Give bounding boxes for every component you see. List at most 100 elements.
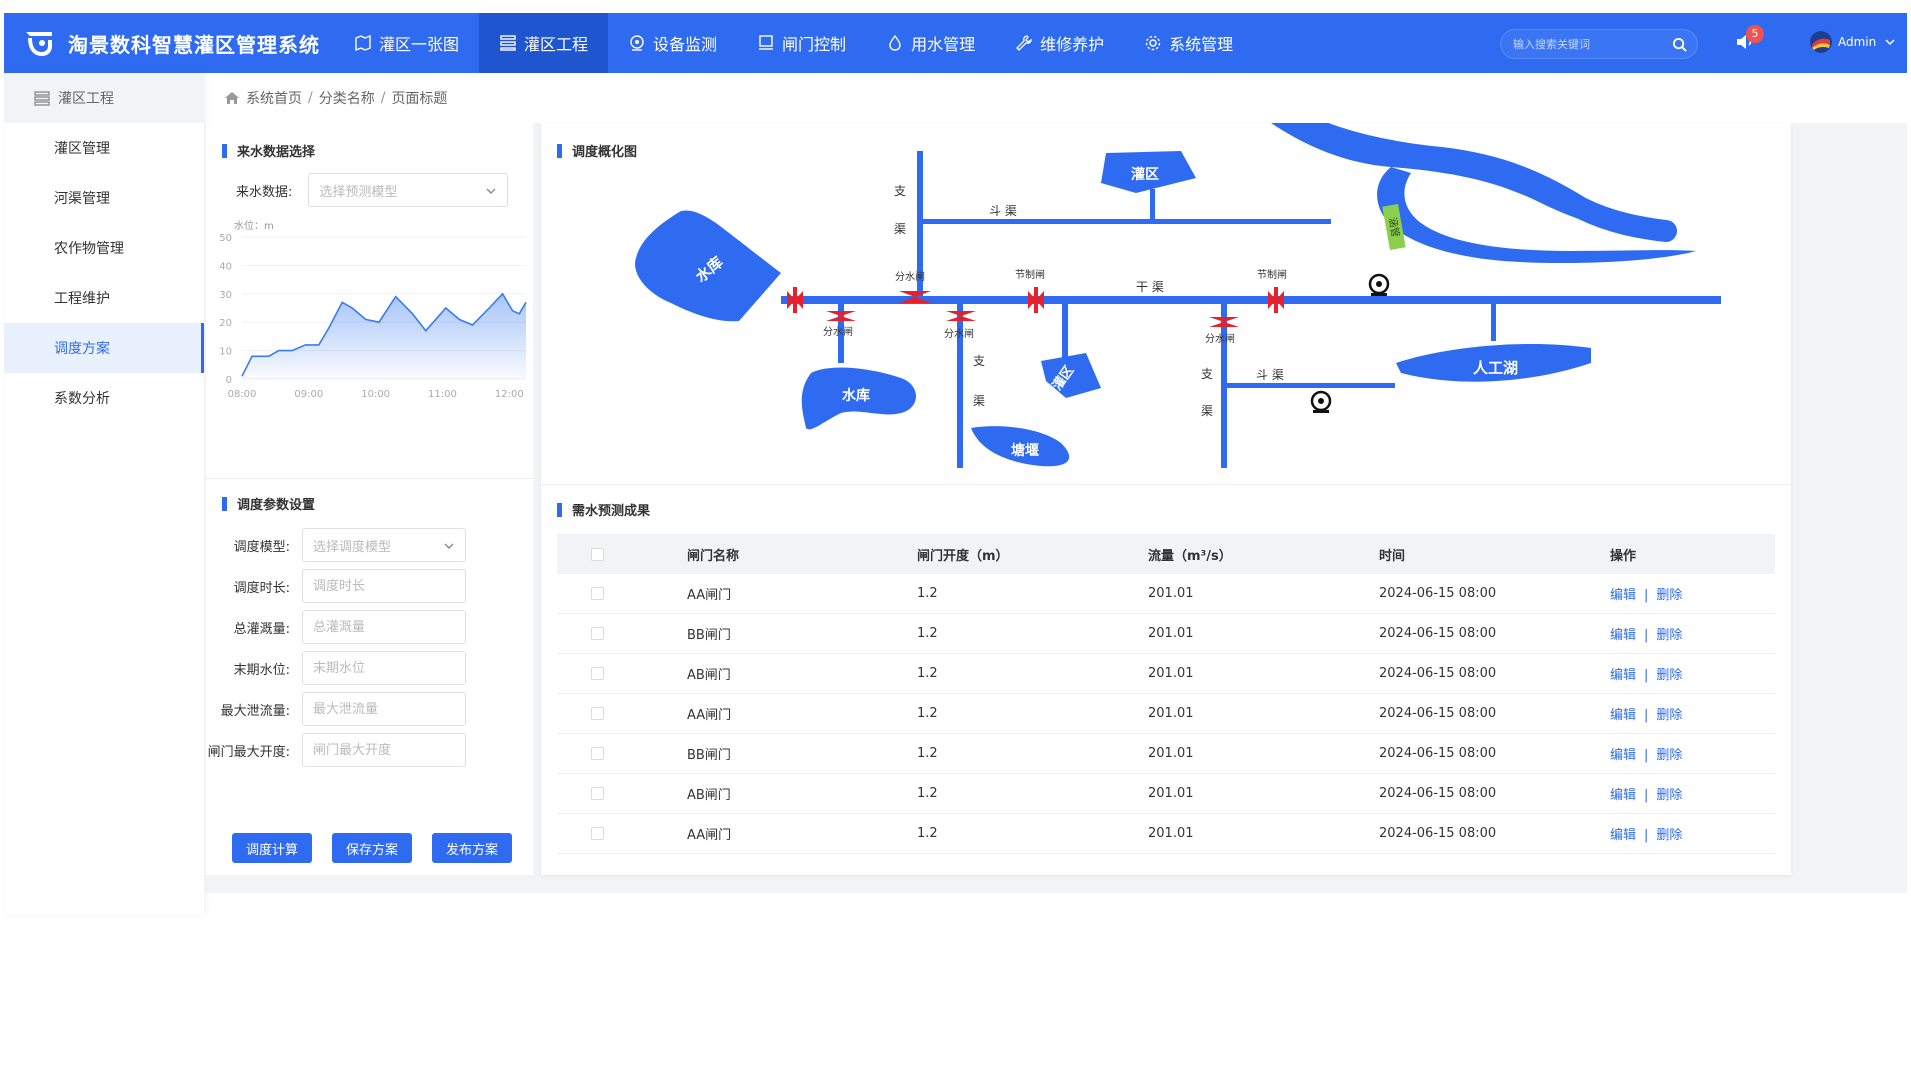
sidebar-item-1[interactable]: 河渠管理 (4, 173, 204, 223)
edit-link[interactable]: 编辑 (1610, 708, 1636, 723)
main-nav: 灌区一张图 灌区工程 设备监测 闸门控制 用水管理 维修养护 系统管理 (334, 13, 1253, 73)
table-row: BB闸门 1.2 201.01 2024-06-15 08:00 编辑 | 删除 (557, 614, 1775, 654)
column-header: 操作 (1610, 548, 1637, 564)
edit-link[interactable]: 编辑 (1610, 628, 1636, 643)
nav-item-5[interactable]: 维修养护 (995, 13, 1124, 73)
map-icon (354, 34, 379, 52)
action-separator: | (1644, 828, 1649, 843)
nav-item-1[interactable]: 灌区工程 (479, 13, 609, 73)
row-checkbox[interactable] (591, 587, 604, 600)
diversion-gate-label: 分水闸 (823, 325, 853, 338)
right-panel: 调度概化图 生态河道工程 涵管 水库 干 渠 支 渠 斗 渠 灌区 水库 支 渠… (541, 123, 1791, 875)
schedule-field-input[interactable] (302, 733, 466, 767)
breadcrumb-item-home[interactable]: 系统首页 (246, 88, 302, 108)
breadcrumb-item-category[interactable]: 分类名称 (319, 88, 375, 108)
branch-canal-1-char-a: 支 (894, 184, 906, 198)
delete-link[interactable]: 删除 (1656, 588, 1682, 603)
forecast-title-text: 需水预测成果 (572, 504, 651, 519)
sidebar-item-4[interactable]: 调度方案 (4, 323, 204, 373)
lateral-canal-right (1227, 383, 1395, 388)
edit-link[interactable]: 编辑 (1610, 668, 1636, 683)
sidebar: 灌区工程 灌区管理 河渠管理 农作物管理 工程维护 调度方案 系数分析 (4, 73, 204, 915)
sidebar-item-2[interactable]: 农作物管理 (4, 223, 204, 273)
chart-xtick-label: 08:00 (228, 389, 257, 400)
row-select-cell (557, 587, 687, 600)
publish-plan-button[interactable]: 发布方案 (432, 833, 512, 863)
actions-cell: 编辑 | 删除 (1610, 824, 1775, 843)
schedule-title: 调度参数设置 (222, 494, 315, 513)
edit-link[interactable]: 编辑 (1610, 588, 1636, 603)
app-logo[interactable]: 淘景数科智慧灌区管理系统 (4, 13, 334, 73)
search-icon[interactable] (1672, 37, 1687, 52)
row-checkbox[interactable] (591, 747, 604, 760)
row-checkbox[interactable] (591, 667, 604, 680)
sidebar-header: 灌区工程 (4, 73, 204, 123)
breadcrumb-item-page: 页面标题 (391, 91, 448, 107)
user-menu[interactable]: Admin (1810, 31, 1896, 53)
row-checkbox[interactable] (591, 827, 604, 840)
dispatch-diagram-section: 调度概化图 生态河道工程 涵管 水库 干 渠 支 渠 斗 渠 灌区 水库 支 渠… (541, 123, 1791, 485)
home-icon[interactable] (224, 90, 240, 106)
title-bar (222, 496, 227, 511)
schedule-field-input[interactable] (302, 610, 466, 644)
gate-labels: 分水闸 分水闸 分水闸 分水闸 节制闸 节制闸 (823, 268, 1287, 345)
schedule-field-input[interactable] (302, 692, 466, 726)
calculate-button[interactable]: 调度计算 (232, 833, 312, 863)
nav-item-6[interactable]: 系统管理 (1124, 13, 1253, 73)
row-checkbox[interactable] (591, 627, 604, 640)
flow-cell: 201.01 (1148, 826, 1194, 841)
water-level-chart: 水位：m 0 10 20 30 40 50 08:00 09:00 10:00 11:00 12:0… (219, 219, 527, 400)
gate-name-cell: AB闸门 (687, 668, 731, 683)
edit-link[interactable]: 编辑 (1610, 748, 1636, 763)
edit-link[interactable]: 编辑 (1610, 788, 1636, 803)
nav-item-0[interactable]: 灌区一张图 (334, 13, 479, 73)
schedule-model-select[interactable]: 选择调度模型 (302, 528, 466, 562)
sidebar-item-5[interactable]: 系数分析 (4, 373, 204, 423)
camera-icon[interactable] (1368, 273, 1390, 296)
delete-link[interactable]: 删除 (1656, 668, 1682, 683)
nav-item-4[interactable]: 用水管理 (866, 13, 995, 73)
camera-icon[interactable] (1310, 390, 1332, 413)
breadcrumb-separator: / (380, 90, 386, 106)
inflow-section: 来水数据选择 来水数据: 选择预测模型 水位：m 0 10 20 30 40 50 08:0… (206, 123, 533, 479)
row-select-cell (557, 627, 687, 640)
chevron-down-icon (1885, 39, 1895, 46)
chart-xtick-label: 12:00 (495, 389, 524, 400)
row-checkbox[interactable] (591, 707, 604, 720)
inflow-select[interactable]: 选择预测模型 (308, 173, 509, 207)
delete-link[interactable]: 删除 (1656, 708, 1682, 723)
chart-xtick-label: 11:00 (428, 389, 457, 400)
flow-cell: 201.01 (1148, 626, 1194, 641)
nav-item-3[interactable]: 闸门控制 (737, 13, 866, 73)
row-checkbox[interactable] (591, 787, 604, 800)
delete-link[interactable]: 删除 (1656, 748, 1682, 763)
save-plan-button[interactable]: 保存方案 (332, 833, 412, 863)
chart-xtick-label: 10:00 (361, 389, 390, 400)
forecast-section: 需水预测成果 闸门名称 闸门开度（m） 流量（m³/s） 时间 操作 AA闸门 1… (541, 486, 1791, 875)
delete-link[interactable]: 删除 (1656, 628, 1682, 643)
table-body: AA闸门 1.2 201.01 2024-06-15 08:00 编辑 | 删除 BB闸门 1.… (557, 574, 1775, 854)
monitor-icon (757, 34, 782, 52)
edit-link[interactable]: 编辑 (1610, 828, 1636, 843)
schedule-field-input[interactable] (302, 651, 466, 685)
schedule-field-input[interactable] (302, 569, 466, 603)
delete-link[interactable]: 删除 (1656, 788, 1682, 803)
search-input[interactable] (1501, 37, 1661, 51)
lateral-canal-top-label: 斗 渠 (989, 204, 1017, 218)
title-bar (557, 143, 562, 158)
page: 淘景数科智慧灌区管理系统 灌区一张图 灌区工程 设备监测 闸门控制 用水管理 维修养护 系统… (0, 0, 1911, 1072)
flow-cell: 201.01 (1148, 786, 1194, 801)
select-all-checkbox[interactable] (591, 547, 604, 561)
control-gate-label: 节制闸 (1257, 268, 1287, 281)
branch-canal-3 (1221, 303, 1227, 468)
delete-link[interactable]: 删除 (1656, 828, 1682, 843)
chart-ytick-label: 30 (219, 290, 232, 301)
action-separator: | (1644, 628, 1649, 643)
nav-item-2[interactable]: 设备监测 (608, 13, 737, 73)
action-separator: | (1644, 668, 1649, 683)
sidebar-item-3[interactable]: 工程维护 (4, 273, 204, 323)
column-header: 时间 (1379, 548, 1406, 564)
time-cell: 2024-06-15 08:00 (1379, 746, 1497, 761)
notification-badge: 5 (1746, 25, 1764, 43)
sidebar-item-0[interactable]: 灌区管理 (4, 123, 204, 173)
